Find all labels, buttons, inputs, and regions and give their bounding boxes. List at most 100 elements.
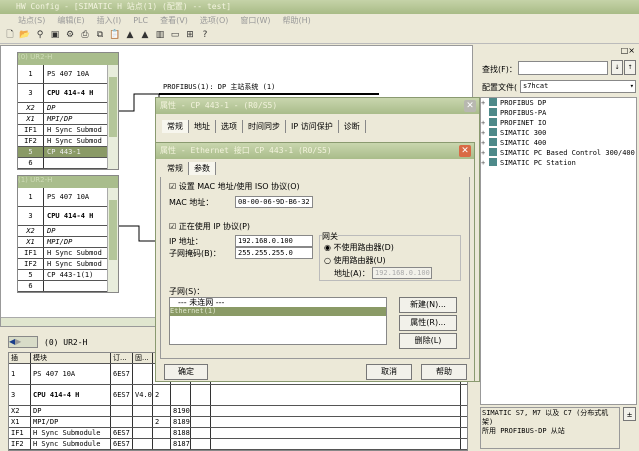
menu-item[interactable]: 插入(I) bbox=[97, 16, 122, 25]
router-address-input[interactable] bbox=[372, 267, 432, 279]
rack-1[interactable]: (1) UR2-H 1 PS 407 10A 3 CPU 414-4 H X2 DP X1 MP… bbox=[17, 175, 119, 293]
column-header[interactable]: 模块 bbox=[31, 353, 111, 363]
network-icon[interactable]: ⚲ bbox=[34, 29, 46, 41]
rack-slot-row[interactable]: 6 bbox=[18, 158, 118, 169]
catalog-icon[interactable]: ▲ bbox=[124, 29, 136, 41]
mac-address-input[interactable] bbox=[235, 196, 313, 208]
tab[interactable]: 参数 bbox=[189, 162, 216, 175]
rack-scrollbar[interactable] bbox=[107, 188, 118, 292]
subnet-list[interactable]: --- 未连网 --- Ethernet(1) bbox=[169, 297, 387, 345]
catalog-tree-item[interactable]: + SIMATIC PC Based Control 300/400 bbox=[481, 148, 636, 158]
catalog-window-buttons[interactable]: □× bbox=[621, 46, 635, 55]
expand-icon[interactable]: + bbox=[481, 128, 489, 138]
catalog-tree-item[interactable]: + SIMATIC PC Station bbox=[481, 158, 636, 168]
find-down-button[interactable]: ↓ bbox=[611, 60, 623, 75]
subnet-item-selected[interactable]: Ethernet(1) bbox=[170, 307, 386, 316]
menu-item[interactable]: PLC bbox=[133, 16, 148, 25]
compile-icon[interactable]: ⚙ bbox=[64, 29, 76, 41]
menu-item[interactable]: 窗口(W) bbox=[240, 16, 270, 25]
subnet-item[interactable]: --- 未连网 --- bbox=[170, 298, 386, 307]
expand-icon[interactable]: + bbox=[481, 98, 489, 108]
catalog2-icon[interactable]: ▲ bbox=[139, 29, 151, 41]
rack-slot-row[interactable]: 1 PS 407 10A bbox=[18, 188, 118, 207]
menu-item[interactable]: 选项(O) bbox=[200, 16, 229, 25]
expand-icon[interactable]: + bbox=[481, 158, 489, 168]
paste-icon[interactable]: 📋 bbox=[109, 29, 121, 41]
no-router-radio[interactable]: ◉ 不使用路由器(D) bbox=[324, 242, 394, 253]
tab[interactable]: 地址 bbox=[189, 120, 216, 133]
rack-slot-row[interactable]: IF1 H Sync Submod bbox=[18, 248, 118, 259]
rack-0[interactable]: (0) UR2-H 1 PS 407 10A 3 CPU 414-4 H X2 DP X1 MP… bbox=[17, 52, 119, 170]
expand-icon[interactable]: + bbox=[481, 118, 489, 128]
chevron-down-icon[interactable]: ▾ bbox=[630, 81, 634, 91]
mac-checkbox[interactable]: ☑ 设置 MAC 地址/使用 ISO 协议(O) bbox=[169, 181, 300, 192]
rack-slot-row[interactable]: X2 DP bbox=[18, 226, 118, 237]
new-icon[interactable]: 🗋 bbox=[4, 29, 16, 41]
rack-slot-row[interactable]: X1 MPI/DP bbox=[18, 237, 118, 248]
find-up-button[interactable]: ↑ bbox=[624, 60, 636, 75]
rack-slot-row[interactable]: 3 CPU 414-4 H bbox=[18, 207, 118, 226]
ip-address-input[interactable] bbox=[235, 235, 313, 247]
column-header[interactable]: 订... bbox=[111, 353, 133, 363]
detail-table-row[interactable]: X2DP 8190* bbox=[9, 406, 467, 417]
rack-slot-row[interactable]: X1 MPI/DP bbox=[18, 114, 118, 125]
find-input[interactable] bbox=[518, 61, 608, 75]
print-icon[interactable]: ⎙ bbox=[79, 29, 91, 41]
expand-icon[interactable]: + bbox=[481, 138, 489, 148]
detail-table-row[interactable]: IF2H Sync Submodule6ES7 9 8187* bbox=[9, 439, 467, 450]
subnet-mask-input[interactable] bbox=[235, 247, 313, 259]
subnet-properties-button[interactable]: 属性(R)... bbox=[399, 315, 457, 331]
column-header[interactable]: 插 bbox=[9, 353, 31, 363]
rack-slot-row[interactable]: X2 DP bbox=[18, 103, 118, 114]
catalog-tree-item[interactable]: + SIMATIC 300 bbox=[481, 128, 636, 138]
open-icon[interactable]: 📂 bbox=[19, 29, 31, 41]
help-button[interactable]: 帮助 bbox=[421, 364, 467, 380]
profile-select[interactable]: s7hcat ▾ bbox=[520, 80, 636, 93]
tab[interactable]: 常规 bbox=[162, 162, 189, 175]
detail-table-row[interactable]: 3CPU 414-4 H6ES7V4.022 bbox=[9, 385, 467, 406]
menu-item[interactable]: 查看(V) bbox=[160, 16, 188, 25]
profibus-label[interactable]: PROFIBUS(1): DP 主站系统 (1) bbox=[163, 82, 275, 92]
save-icon[interactable]: ▣ bbox=[49, 29, 61, 41]
tab[interactable]: 选项 bbox=[216, 120, 243, 133]
menu-item[interactable]: 帮助(H) bbox=[283, 16, 311, 25]
close-icon[interactable]: ✕ bbox=[464, 100, 476, 112]
rack-slot-row[interactable]: 6 bbox=[18, 281, 118, 292]
column-header[interactable]: 固... bbox=[133, 353, 153, 363]
tab[interactable]: 常规 bbox=[162, 120, 189, 133]
catalog-tree-item[interactable]: + PROFIBUS DP bbox=[481, 98, 636, 108]
detail-table-row[interactable]: X1MPI/DP 28189* bbox=[9, 417, 467, 428]
tab[interactable]: 时间同步 bbox=[243, 120, 286, 133]
menu-item[interactable]: 站点(S) bbox=[18, 16, 45, 25]
info-toggle-button[interactable]: ± bbox=[623, 407, 636, 421]
rack-icon[interactable]: ▥ bbox=[154, 29, 166, 41]
detail-table-row[interactable]: IF1H Sync Submodule6ES7 9 8188* bbox=[9, 428, 467, 439]
window-icon[interactable]: ▭ bbox=[169, 29, 181, 41]
menu-item[interactable]: 编辑(E) bbox=[57, 16, 84, 25]
rack-scrollbar[interactable] bbox=[107, 65, 118, 169]
close-icon[interactable]: ✕ bbox=[459, 145, 471, 157]
rack-slot-row[interactable]: 5 CP 443-1(1) bbox=[18, 270, 118, 281]
help-icon[interactable]: ? bbox=[199, 29, 211, 41]
catalog-tree-item[interactable]: PROFIBUS-PA bbox=[481, 108, 636, 118]
ok-button[interactable]: 确定 bbox=[164, 364, 208, 380]
use-router-radio[interactable]: ○ 使用路由器(U) bbox=[324, 255, 386, 266]
ip-checkbox[interactable]: ☑ 正在使用 IP 协议(P) bbox=[169, 221, 250, 232]
expand-icon[interactable]: + bbox=[481, 148, 489, 158]
tab[interactable]: IP 访问保护 bbox=[286, 120, 339, 133]
new-subnet-button[interactable]: 新建(N)... bbox=[399, 297, 457, 313]
delete-subnet-button[interactable]: 删除(L) bbox=[399, 333, 457, 349]
rack-slot-row[interactable]: IF2 H Sync Submod bbox=[18, 136, 118, 147]
cancel-button[interactable]: 取消 bbox=[366, 364, 412, 380]
copy-icon[interactable]: ⧉ bbox=[94, 29, 106, 41]
nav-arrows[interactable]: ◀▶ bbox=[8, 336, 38, 348]
network-view-icon[interactable]: ⊞ bbox=[184, 29, 196, 41]
rack-slot-row[interactable]: 5 CP 443-1 bbox=[18, 147, 118, 158]
catalog-tree-item[interactable]: + SIMATIC 400 bbox=[481, 138, 636, 148]
rack-slot-row[interactable]: IF2 H Sync Submod bbox=[18, 259, 118, 270]
rack-slot-row[interactable]: 3 CPU 414-4 H bbox=[18, 84, 118, 103]
catalog-tree-item[interactable]: + PROFINET IO bbox=[481, 118, 636, 128]
rack-slot-row[interactable]: IF1 H Sync Submod bbox=[18, 125, 118, 136]
forward-arrow-icon[interactable]: ▶ bbox=[15, 337, 21, 346]
tab[interactable]: 诊断 bbox=[339, 120, 366, 133]
